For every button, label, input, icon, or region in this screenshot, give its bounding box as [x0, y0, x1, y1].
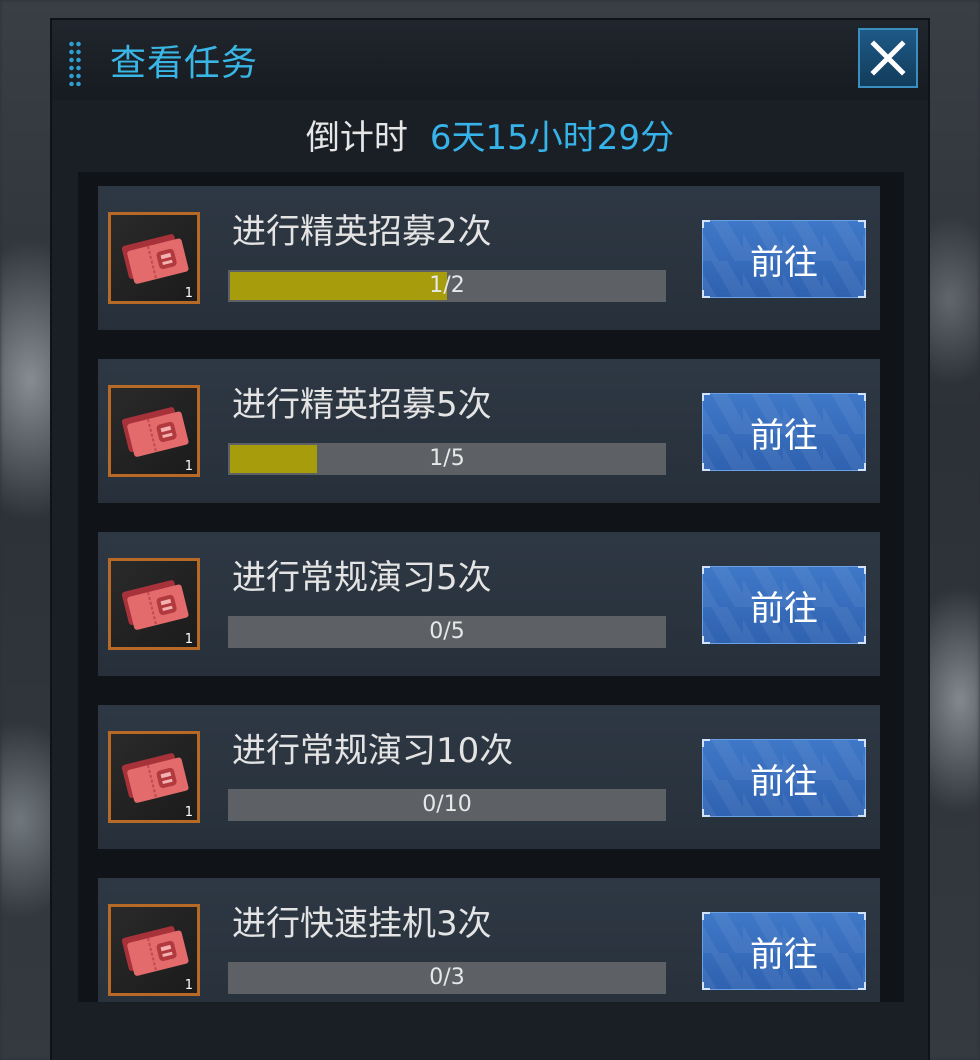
grip-dots-icon — [68, 40, 82, 86]
task-item: 1 进行常规演习5次 0/5 前往 — [98, 532, 880, 676]
reward-slot[interactable]: 1 — [108, 212, 200, 304]
progress-bar: 0/5 — [228, 616, 666, 648]
go-button[interactable]: 前往 — [702, 393, 866, 471]
reward-slot[interactable]: 1 — [108, 731, 200, 823]
close-icon — [870, 40, 906, 76]
task-name: 进行精英招募5次 — [232, 385, 492, 425]
task-name: 进行快速挂机3次 — [232, 904, 492, 944]
reward-slot[interactable]: 1 — [108, 385, 200, 477]
close-button[interactable] — [858, 28, 918, 88]
progress-text: 1/2 — [429, 273, 465, 298]
countdown-value: 6天15小时29分 — [429, 118, 675, 158]
reward-slot[interactable]: 1 — [108, 904, 200, 996]
go-button-label: 前往 — [750, 934, 818, 975]
task-item: 1 进行常规演习10次 0/10 前往 — [98, 705, 880, 849]
go-button[interactable]: 前往 — [702, 220, 866, 298]
go-button-label: 前往 — [750, 242, 818, 283]
countdown: 倒计时 6天15小时29分 — [52, 110, 928, 159]
dialog-title: 查看任务 — [110, 43, 259, 84]
task-name: 进行常规演习5次 — [232, 558, 492, 598]
go-button-label: 前往 — [750, 588, 818, 629]
go-button[interactable]: 前往 — [702, 566, 866, 644]
task-list[interactable]: 1 进行精英招募2次 1/2 前往 1 进行精英招募5次 1/5 前往 1 进行… — [78, 172, 904, 1002]
dialog-header: 查看任务 — [52, 20, 928, 100]
progress-bar: 0/3 — [228, 962, 666, 994]
reward-count: 1 — [184, 459, 193, 474]
progress-bar: 1/5 — [228, 443, 666, 475]
progress-text: 0/3 — [429, 965, 465, 990]
reward-count: 1 — [184, 286, 193, 301]
reward-count: 1 — [184, 978, 193, 993]
progress-bar: 0/10 — [228, 789, 666, 821]
go-button[interactable]: 前往 — [702, 912, 866, 990]
task-item: 1 进行精英招募5次 1/5 前往 — [98, 359, 880, 503]
progress-text: 0/10 — [422, 792, 472, 817]
task-item: 1 进行快速挂机3次 0/3 前往 — [98, 878, 880, 1002]
progress-text: 1/5 — [429, 446, 465, 471]
go-button-label: 前往 — [750, 761, 818, 802]
task-item: 1 进行精英招募2次 1/2 前往 — [98, 186, 880, 330]
go-button[interactable]: 前往 — [702, 739, 866, 817]
reward-count: 1 — [184, 632, 193, 647]
task-name: 进行精英招募2次 — [232, 212, 492, 252]
progress-text: 0/5 — [429, 619, 465, 644]
task-dialog: 查看任务 倒计时 6天15小时29分 1 进行精英招募2次 1/2 前往 1 进… — [52, 20, 928, 1060]
reward-slot[interactable]: 1 — [108, 558, 200, 650]
go-button-label: 前往 — [750, 415, 818, 456]
task-name: 进行常规演习10次 — [232, 731, 514, 771]
progress-bar: 1/2 — [228, 270, 666, 302]
countdown-label: 倒计时 — [305, 118, 408, 158]
reward-count: 1 — [184, 805, 193, 820]
